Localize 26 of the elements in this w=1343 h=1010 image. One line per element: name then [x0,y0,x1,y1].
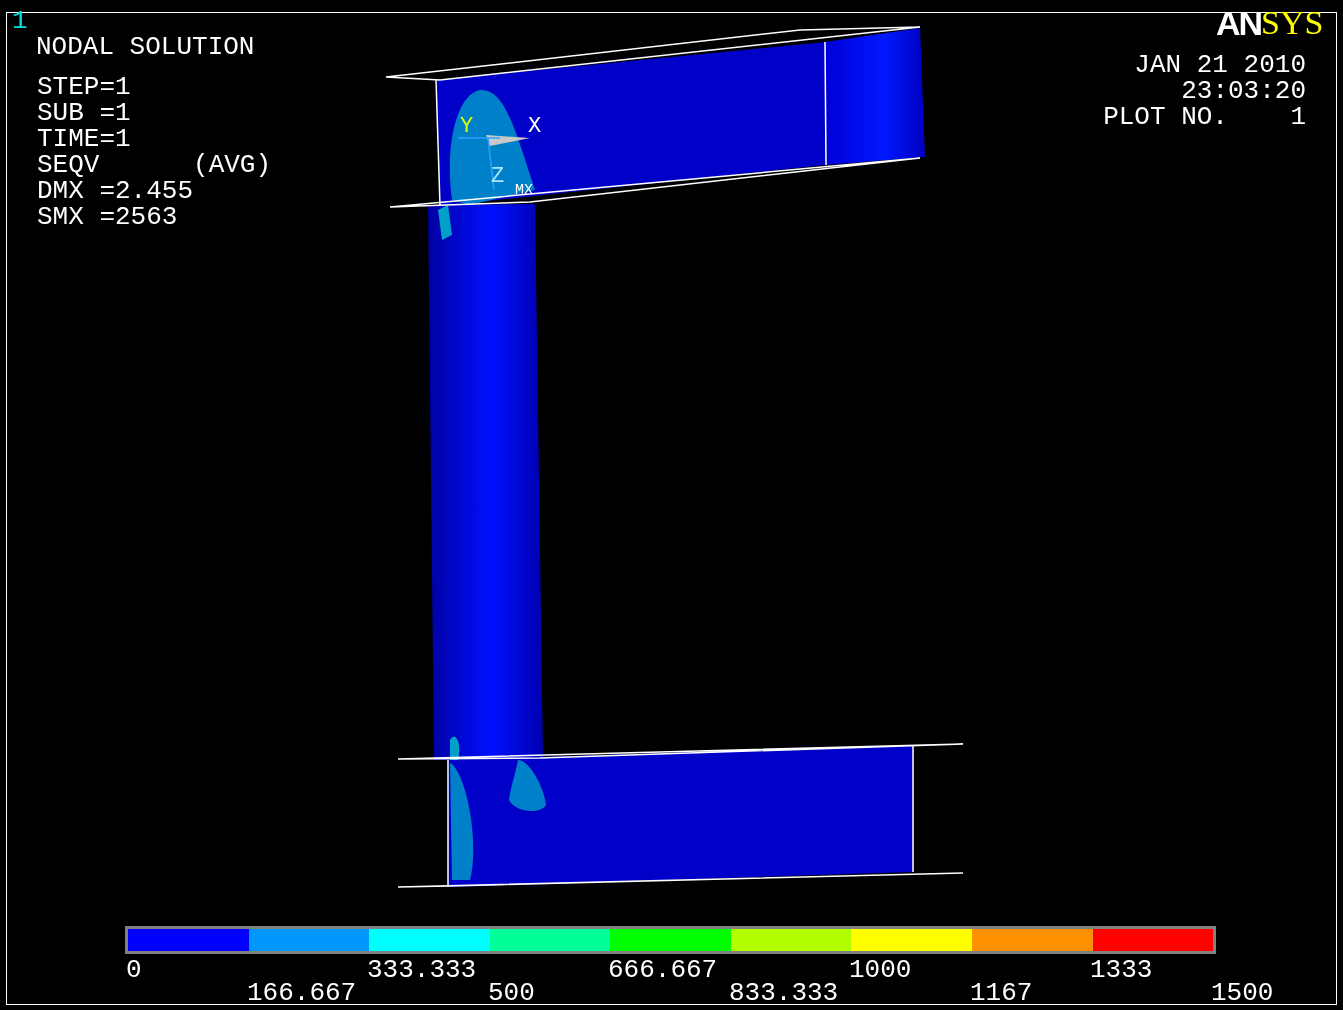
result-info-line: SMX =2563 [37,204,179,230]
legend-value-label: 500 [488,980,535,1006]
plot-stamp-line: PLOT NO. 1 [1103,104,1306,130]
triad-axis-label: Y [460,116,474,138]
legend-value-label: 0 [126,957,142,983]
result-info-line: DMX =2.455 [37,178,195,204]
legend-value-label: 833.333 [729,980,839,1006]
legend-value-label: 1167 [970,980,1033,1006]
legend-value-label: 1500 [1211,980,1274,1006]
plot-stamp-line: JAN 21 2010 [1134,52,1306,78]
ansys-logo: ANSYS [1216,6,1324,40]
legend-value-label: 1000 [849,957,912,983]
legend-value-label: 166.667 [247,980,357,1006]
result-info-line: SEQV (AVG) [37,152,272,178]
legend-value-label: 333.333 [367,957,477,983]
max-marker: MX [515,183,533,198]
triad-axis-label: Z [491,166,505,188]
result-info-line: TIME=1 [37,126,132,152]
legend-value-label: 1333 [1090,957,1153,983]
triad-axis-label: X [528,116,542,138]
result-info-line: SUB =1 [37,100,132,126]
plot-stamp-line: 23:03:20 [1181,78,1306,104]
plot-title: NODAL SOLUTION [36,34,255,60]
legend-value-label: 666.667 [608,957,718,983]
result-info-line: STEP=1 [37,74,132,100]
viewport-number: 1 [12,8,28,34]
